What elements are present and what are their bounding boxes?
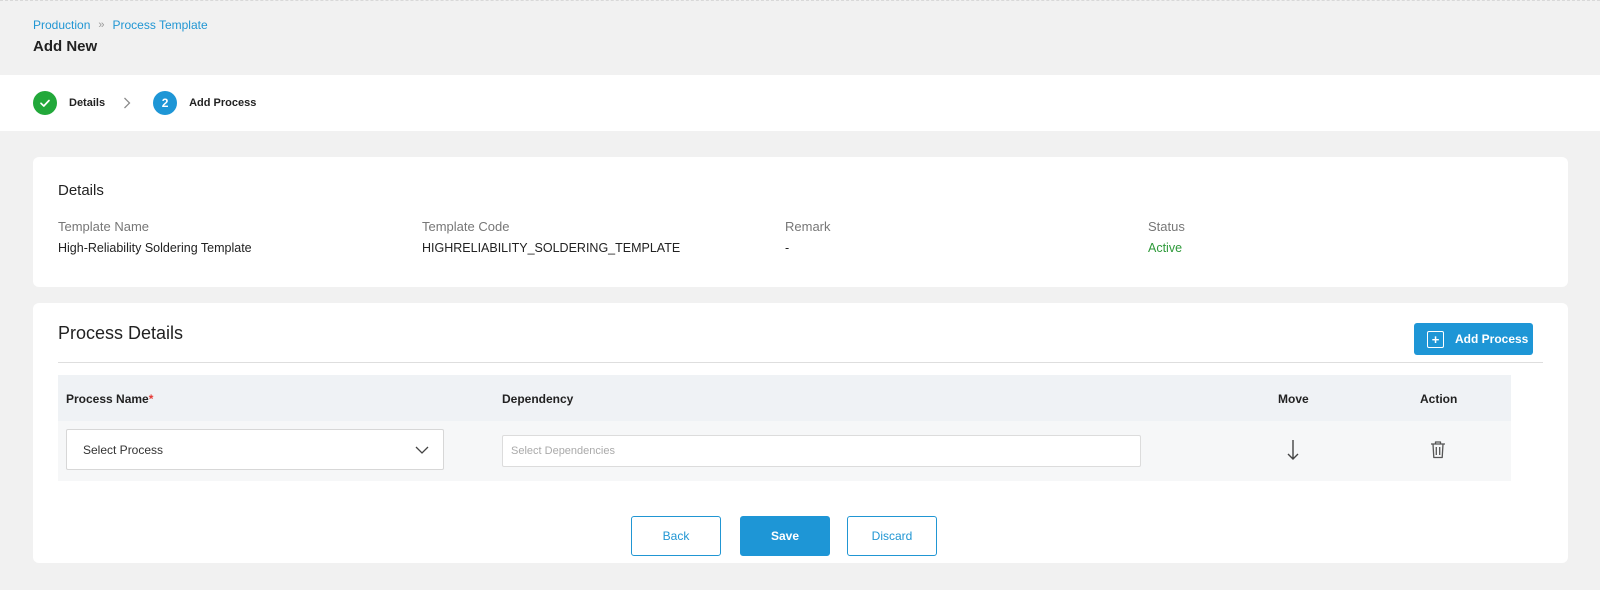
breadcrumb-separator-icon: » <box>98 19 105 31</box>
step-label-details: Details <box>69 97 106 109</box>
breadcrumb: Production » Process Template <box>33 18 208 32</box>
page-title: Add New <box>33 38 98 55</box>
divider <box>58 362 1543 363</box>
column-header-process-name: Process Name* <box>66 392 154 406</box>
step-label-add-process: Add Process <box>189 97 257 109</box>
page-header: Production » Process Template Add New <box>33 18 208 55</box>
field-value: HIGHRELIABILITY_SOLDERING_TEMPLATE <box>422 241 681 255</box>
field-template-code: Template Code HIGHRELIABILITY_SOLDERING_… <box>422 219 680 255</box>
stepper: Details 2 Add Process <box>0 75 1600 131</box>
field-label: Status <box>1148 219 1185 234</box>
field-label: Template Name <box>58 219 150 234</box>
column-header-move: Move <box>1278 392 1309 406</box>
plus-icon: + <box>1427 330 1444 348</box>
chevron-down-icon <box>415 446 429 454</box>
breadcrumb-item-process-template[interactable]: Process Template <box>113 18 208 32</box>
field-label: Remark <box>785 219 831 234</box>
check-icon <box>33 91 57 115</box>
field-remark: Remark - <box>785 219 831 255</box>
process-details-title: Process Details <box>58 323 184 343</box>
back-button[interactable]: Back <box>631 516 721 556</box>
trash-icon[interactable] <box>1430 440 1446 459</box>
required-mark: * <box>148 392 154 406</box>
field-value: - <box>785 241 790 255</box>
chevron-right-icon <box>123 97 131 109</box>
process-table: Process Name* Dependency Move Action Sel… <box>58 375 1511 481</box>
dependency-select[interactable]: Select Dependencies <box>502 435 1141 467</box>
table-header: Process Name* Dependency Move Action <box>58 375 1511 421</box>
step-number-badge: 2 <box>153 91 178 115</box>
step-details[interactable]: Details <box>33 91 105 115</box>
field-label: Template Code <box>422 219 510 234</box>
save-button[interactable]: Save <box>740 516 830 556</box>
field-status: Status Active <box>1148 219 1185 255</box>
process-select[interactable]: Select Process <box>66 429 444 470</box>
column-header-dependency: Dependency <box>502 392 574 406</box>
step-add-process[interactable]: 2 Add Process <box>153 91 256 115</box>
add-process-button[interactable]: + Add Process <box>1414 323 1533 355</box>
field-value: High-Reliability Soldering Template <box>58 241 252 255</box>
field-template-name: Template Name High-Reliability Soldering… <box>58 219 252 255</box>
column-header-action: Action <box>1420 392 1458 406</box>
status-badge: Active <box>1148 241 1183 255</box>
process-card: Process Details + Add Process Process Na… <box>33 303 1568 563</box>
arrow-down-icon[interactable] <box>1286 439 1300 461</box>
add-process-label: Add Process <box>1455 332 1529 346</box>
table-row: Select Process Select Dependencies <box>58 421 1511 481</box>
details-card: Details Template Name High-Reliability S… <box>33 157 1568 287</box>
discard-button[interactable]: Discard <box>847 516 937 556</box>
dependency-placeholder: Select Dependencies <box>511 445 615 457</box>
details-title: Details <box>58 182 104 199</box>
process-select-value: Select Process <box>83 442 164 457</box>
breadcrumb-item-production[interactable]: Production <box>33 18 90 32</box>
